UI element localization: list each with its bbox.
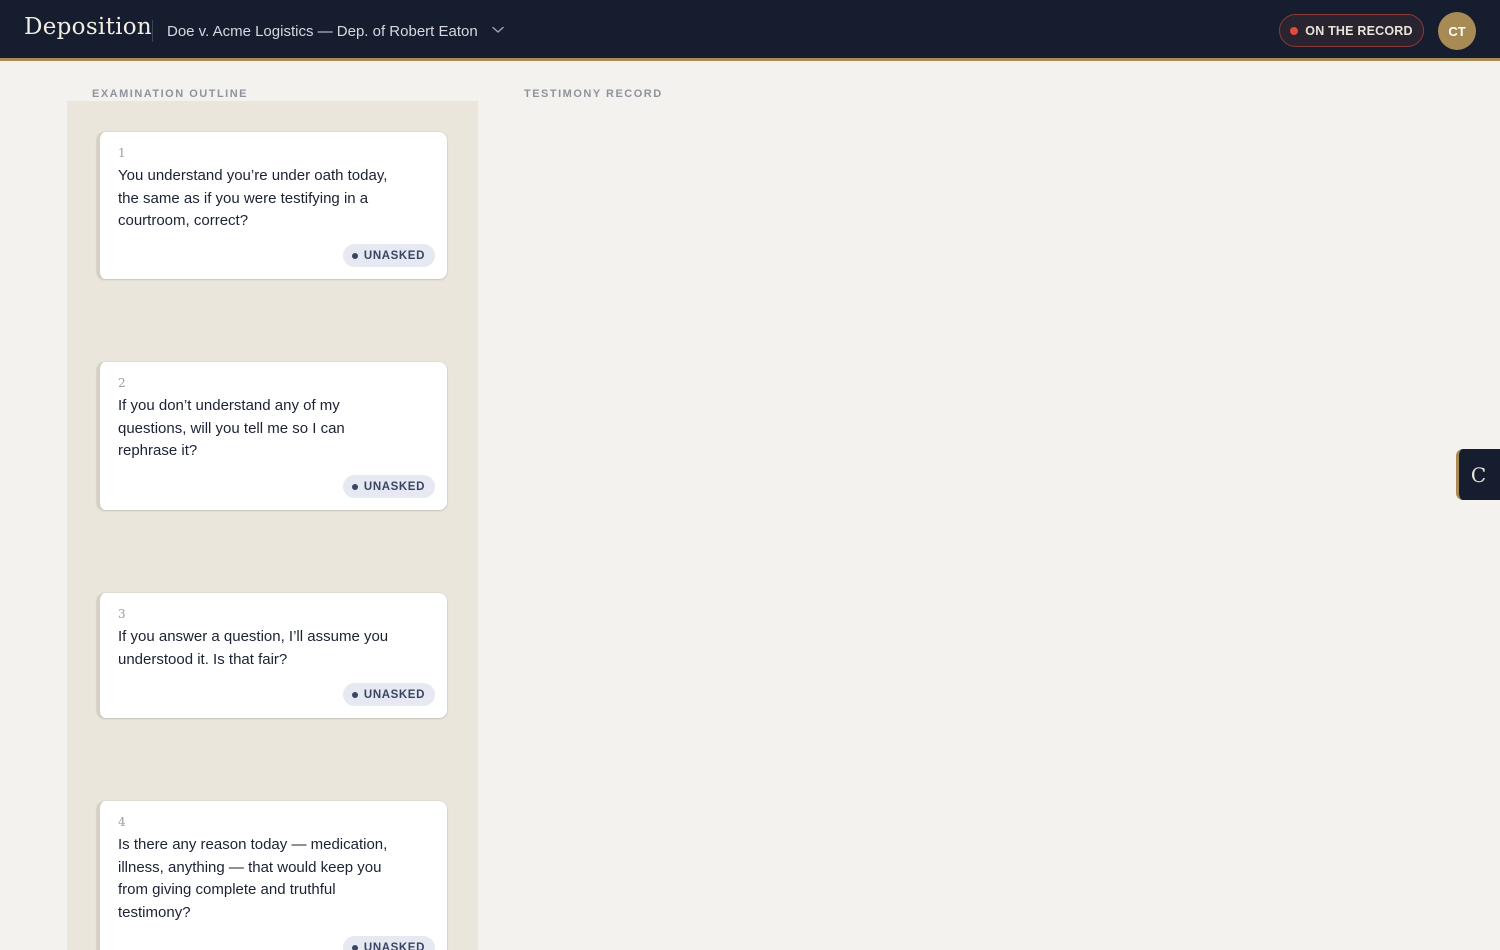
status-label: UNASKED	[363, 688, 425, 701]
app-brand: Deposition	[24, 14, 153, 40]
side-panel-toggle[interactable]: C	[1456, 449, 1500, 500]
status-badge[interactable]: UNASKED	[342, 936, 435, 950]
question-card[interactable]: 3 If you answer a question, I’ll assume …	[97, 593, 447, 718]
outline-section-label: EXAMINATION OUTLINE	[92, 88, 249, 100]
question-number: 1	[118, 146, 126, 160]
status-dot-icon	[351, 944, 358, 950]
question-text: You understand you’re under oath today, …	[118, 167, 388, 229]
testimony-record-panel	[500, 101, 1440, 950]
brand-divider	[152, 20, 153, 42]
chevron-down-icon	[491, 21, 504, 39]
question-text: Is there any reason today — medication, …	[118, 836, 388, 921]
status-label: UNASKED	[363, 249, 425, 262]
record-dot-icon	[1290, 26, 1299, 35]
question-card[interactable]: 1 You understand you’re under oath today…	[97, 132, 447, 279]
question-text: If you don’t understand any of my questi…	[118, 397, 345, 459]
question-text: If you answer a question, I’ll assume yo…	[118, 628, 389, 668]
question-card[interactable]: 2 If you don’t understand any of my ques…	[97, 362, 447, 510]
question-card[interactable]: 4 Is there any reason today — medication…	[97, 801, 447, 950]
status-dot-icon	[351, 252, 358, 259]
top-bar: Deposition Doe v. Acme Logistics — Dep. …	[0, 0, 1500, 61]
status-label: UNASKED	[363, 941, 425, 950]
status-label: UNASKED	[363, 480, 425, 493]
status-badge[interactable]: UNASKED	[342, 683, 435, 706]
testimony-section-label: TESTIMONY RECORD	[524, 88, 663, 100]
record-status-label: ON THE RECORD	[1305, 23, 1413, 38]
examination-outline-panel: 1 You understand you’re under oath today…	[67, 101, 478, 950]
on-the-record-badge[interactable]: ON THE RECORD	[1279, 14, 1424, 47]
user-avatar[interactable]: CT	[1438, 12, 1476, 50]
status-badge[interactable]: UNASKED	[342, 475, 435, 498]
question-number: 4	[118, 815, 126, 829]
status-dot-icon	[351, 691, 358, 698]
status-badge[interactable]: UNASKED	[342, 244, 435, 267]
case-title: Doe v. Acme Logistics — Dep. of Robert E…	[167, 22, 478, 40]
status-dot-icon	[351, 483, 358, 490]
question-number: 2	[118, 376, 126, 390]
case-selector[interactable]: Doe v. Acme Logistics — Dep. of Robert E…	[167, 18, 504, 44]
question-number: 3	[118, 607, 126, 621]
